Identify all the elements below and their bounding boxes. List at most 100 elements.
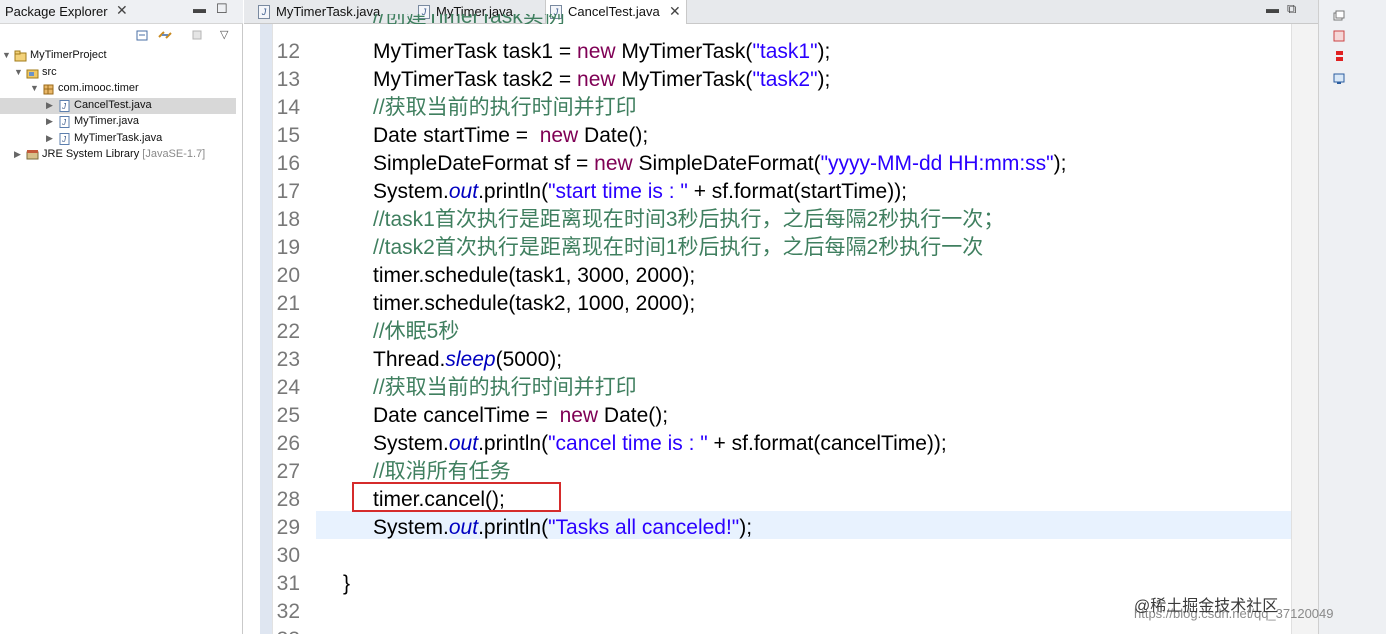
keyword-token: new	[577, 40, 616, 63]
code-line[interactable]: 32	[244, 598, 1284, 626]
expanded-twisty-icon[interactable]: ▼	[14, 67, 23, 77]
focus-icon[interactable]	[189, 28, 205, 42]
code-line[interactable]: 24 //获取当前的执行时间并打印	[244, 374, 1284, 402]
line-number: 18	[276, 208, 300, 231]
hierarchy-icon[interactable]	[1333, 30, 1345, 42]
line-number: 24	[276, 376, 300, 399]
view-menu-icon[interactable]: ▽	[220, 28, 236, 42]
package-explorer-title: Package Explorer	[5, 4, 108, 19]
static-member-token: out	[448, 516, 479, 539]
collapsed-twisty-icon[interactable]: ▶	[46, 116, 53, 127]
code-line[interactable]: 33	[244, 626, 1284, 634]
line-number: 33	[244, 626, 300, 634]
code-line[interactable]: 16 SimpleDateFormat sf = new SimpleDateFo…	[244, 150, 1284, 178]
code-line[interactable]: 12 MyTimerTask task1 = new MyTimerTask("t…	[244, 38, 1284, 66]
expanded-twisty-icon[interactable]: ▼	[2, 50, 11, 60]
code-text: //获取当前的执行时间并打印	[373, 94, 637, 122]
close-view-icon[interactable]: ✕	[116, 2, 128, 19]
string-token: "yyyy-MM-dd HH:mm:ss"	[820, 152, 1054, 175]
code-line[interactable]: 31}	[244, 570, 1284, 598]
code-text: Date cancelTime = new Date();	[373, 402, 668, 430]
code-token: Date();	[578, 124, 649, 147]
code-token: MyTimerTask(	[615, 40, 753, 63]
code-line[interactable]: 22 //休眠5秒	[244, 318, 1284, 346]
code-token: Date startTime =	[373, 124, 540, 147]
line-number: 13	[276, 68, 300, 91]
code-token: SimpleDateFormat(	[632, 152, 821, 175]
package-explorer-toolbar: ▽	[0, 26, 243, 46]
tree-item[interactable]: ▶ J MyTimer.java	[0, 114, 236, 130]
code-text: }	[343, 570, 350, 598]
package-explorer-header: Package Explorer ✕ ▬ ☐	[0, 0, 243, 24]
tree-item[interactable]: ▶ JRE System Library [JavaSE-1.7]	[0, 147, 236, 163]
code-token: + sf.format(startTime));	[687, 180, 908, 203]
code-text: //task1首次执行是距离现在时间3秒后执行，之后每隔2秒执行一次；	[373, 206, 1004, 234]
editor-restore-icon[interactable]: ⧉	[1287, 1, 1296, 17]
code-line[interactable]: 30	[244, 542, 1284, 570]
comment-token: //获取当前的执行时间并打印	[373, 376, 637, 399]
collapsed-twisty-icon[interactable]: ▶	[14, 149, 21, 160]
right-trim-bar	[1318, 0, 1386, 634]
code-token: .println(	[478, 180, 549, 203]
maximize-icon[interactable]: ☐	[216, 1, 228, 17]
editor-minimize-icon[interactable]: ▬	[1266, 1, 1279, 16]
tree-item[interactable]: ▼ MyTimerProject	[0, 48, 236, 64]
link-with-editor-icon[interactable]	[157, 28, 173, 42]
code-text: MyTimerTask task2 = new MyTimerTask("tas…	[373, 66, 830, 94]
tree-item-label: MyTimerProject	[30, 49, 107, 61]
tree-item[interactable]: ▼ com.imooc.timer	[0, 81, 236, 97]
collapsed-twisty-icon[interactable]: ▶	[46, 133, 53, 144]
code-line[interactable]: 26 System.out.println("cancel time is : "…	[244, 430, 1284, 458]
source-folder-icon	[26, 69, 39, 78]
code-line[interactable]: 29 System.out.println("Tasks all canceled…	[244, 514, 1284, 542]
collapse-all-icon[interactable]	[134, 28, 150, 42]
comment-token: //休眠5秒	[373, 320, 460, 343]
code-line[interactable]: 20 timer.schedule(task1, 3000, 2000);	[244, 262, 1284, 290]
code-token: .println(	[478, 432, 549, 455]
code-line[interactable]: 14 //获取当前的执行时间并打印	[244, 94, 1284, 122]
code-line[interactable]: 18 //task1首次执行是距离现在时间3秒后执行，之后每隔2秒执行一次；	[244, 206, 1284, 234]
code-line[interactable]: 17 System.out.println("start time is : " …	[244, 178, 1284, 206]
comment-token: //获取当前的执行时间并打印	[373, 96, 637, 119]
comment-token: //取消所有任务	[373, 460, 511, 483]
collapsed-twisty-icon[interactable]: ▶	[46, 100, 53, 111]
tree-item[interactable]: ▶ J MyTimerTask.java	[0, 131, 236, 147]
code-line[interactable]: 21 timer.schedule(task2, 1000, 2000);	[244, 290, 1284, 318]
code-token: (5000);	[495, 348, 563, 371]
line-number: 20	[276, 264, 300, 287]
code-token: );	[817, 68, 831, 91]
code-line[interactable]: 25 Date cancelTime = new Date();	[244, 402, 1284, 430]
code-token: System.	[373, 516, 449, 539]
string-token: "task1"	[752, 40, 818, 63]
tree-item-label: src	[42, 65, 57, 78]
code-token: );	[1053, 152, 1067, 175]
tree-item-label: com.imooc.timer	[58, 82, 139, 94]
line-number: 21	[276, 292, 300, 315]
code-token: .println(	[478, 516, 549, 539]
line-number: 28	[276, 488, 300, 511]
code-line[interactable]: 15 Date startTime = new Date();	[244, 122, 1284, 150]
line-number: 30	[276, 544, 300, 567]
line-number: 25	[276, 404, 300, 427]
code-line[interactable]: 19 //task2首次执行是距离现在时间1秒后执行，之后每隔2秒执行一次	[244, 234, 1284, 262]
static-member-token: out	[448, 432, 479, 455]
code-token: MyTimerTask task1 =	[373, 40, 578, 63]
code-token: MyTimerTask task2 =	[373, 68, 578, 91]
java-editor[interactable]: J MyTimerTask.java J MyTimer.java J CancelTes…	[244, 0, 1318, 634]
code-token: + sf.format(cancelTime));	[707, 432, 947, 455]
code-line[interactable]: 13 MyTimerTask task2 = new MyTimerTask("t…	[244, 66, 1284, 94]
package-icon	[43, 84, 54, 95]
line-number: 27	[276, 460, 300, 483]
tree-item-label: MyTimer.java	[74, 115, 139, 127]
code-text: System.out.println("start time is : " + …	[373, 178, 907, 206]
tree-item[interactable]: ▼ src	[0, 65, 236, 81]
tree-item[interactable]: ▶ J CancelTest.java	[0, 97, 236, 114]
expanded-twisty-icon[interactable]: ▼	[30, 83, 39, 93]
minimize-icon[interactable]: ▬	[193, 1, 206, 16]
console-icon[interactable]	[1333, 73, 1345, 85]
problems-icon[interactable]	[1334, 50, 1346, 62]
restore-icon[interactable]	[1333, 10, 1345, 22]
code-line[interactable]: 23 Thread.sleep(5000);	[244, 346, 1284, 374]
code-token: MyTimerTask(	[615, 68, 753, 91]
code-text: //休眠5秒	[373, 318, 459, 346]
